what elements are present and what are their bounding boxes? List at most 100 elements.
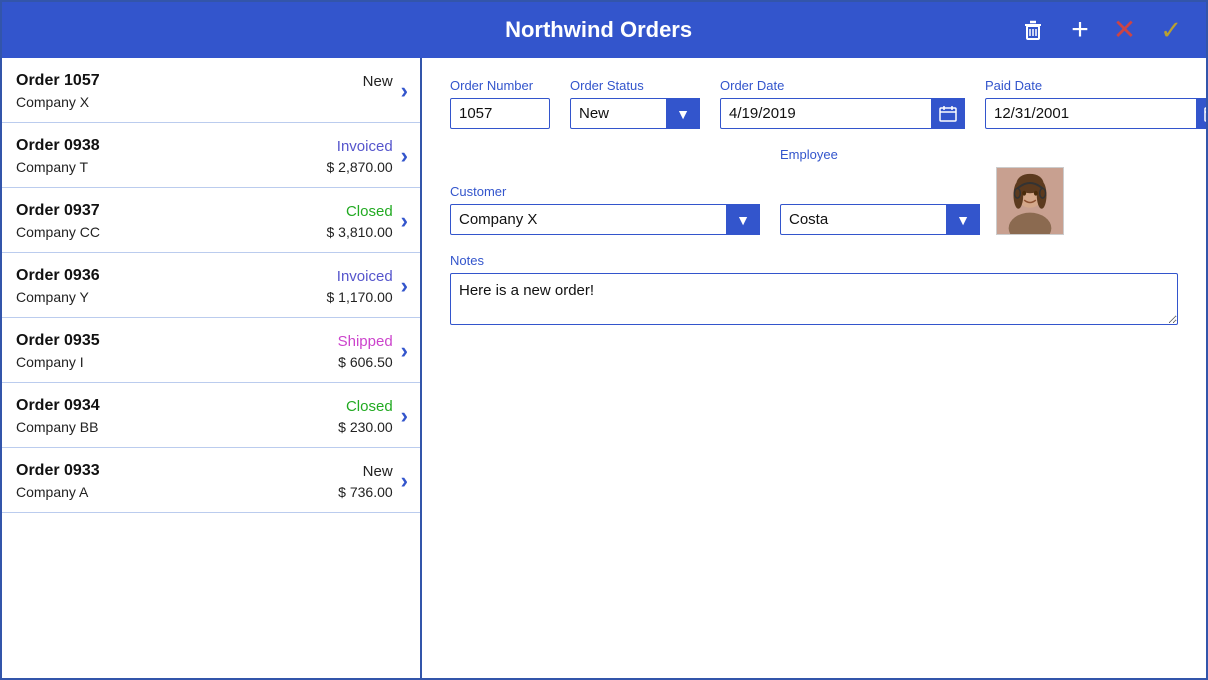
- order-company: Company I: [16, 354, 84, 370]
- order-item-row1: Order 0938 Invoiced: [16, 137, 393, 155]
- employee-label: Employee: [780, 147, 1064, 162]
- paid-date-input[interactable]: [985, 98, 1206, 129]
- order-chevron-icon: ›: [401, 468, 408, 494]
- order-number: Order 0937: [16, 202, 100, 220]
- order-company: Company BB: [16, 419, 98, 435]
- paid-date-group: Paid Date: [985, 78, 1206, 129]
- order-status-group: Order Status New Invoiced Shipped Closed…: [570, 78, 700, 129]
- order-status: Invoiced: [337, 268, 393, 285]
- order-status: Closed: [346, 203, 393, 220]
- order-chevron-icon: ›: [401, 403, 408, 429]
- order-list-item[interactable]: Order 0937 Closed Company CC $ 3,810.00 …: [2, 188, 420, 253]
- body: Order 1057 New Company X › Order 0938 In…: [2, 58, 1206, 678]
- order-status: New: [363, 463, 393, 480]
- order-item-content: Order 0938 Invoiced Company T $ 2,870.00: [16, 137, 393, 175]
- order-amount: $ 736.00: [338, 484, 393, 500]
- paid-date-label: Paid Date: [985, 78, 1206, 93]
- order-amount: $ 3,810.00: [327, 224, 393, 240]
- order-status-select-wrap: New Invoiced Shipped Closed ▼: [570, 98, 700, 129]
- order-list-item[interactable]: Order 0933 New Company A $ 736.00 ›: [2, 448, 420, 513]
- order-item-row1: Order 0934 Closed: [16, 397, 393, 415]
- order-number-label: Order Number: [450, 78, 550, 93]
- order-list-item[interactable]: Order 1057 New Company X ›: [2, 58, 420, 123]
- order-item-content: Order 0934 Closed Company BB $ 230.00: [16, 397, 393, 435]
- notes-textarea[interactable]: Here is a new order!: [450, 273, 1178, 325]
- employee-section: Costa ▼: [780, 167, 1064, 235]
- order-number-input[interactable]: [450, 98, 550, 129]
- order-amount: $ 230.00: [338, 419, 393, 435]
- customer-group: Customer Company X Company T Company CC …: [450, 184, 760, 235]
- order-item-content: Order 0933 New Company A $ 736.00: [16, 462, 393, 500]
- order-item-content: Order 1057 New Company X: [16, 72, 393, 110]
- order-number: Order 0936: [16, 267, 100, 285]
- order-date-label: Order Date: [720, 78, 965, 93]
- order-item-row2: Company I $ 606.50: [16, 354, 393, 370]
- cancel-button[interactable]: ✕: [1109, 14, 1140, 46]
- order-chevron-icon: ›: [401, 143, 408, 169]
- order-status-select[interactable]: New Invoiced Shipped Closed: [570, 98, 700, 129]
- order-number: Order 0933: [16, 462, 100, 480]
- order-company: Company Y: [16, 289, 89, 305]
- order-chevron-icon: ›: [401, 273, 408, 299]
- order-status: Invoiced: [337, 138, 393, 155]
- delete-button[interactable]: [1015, 14, 1051, 46]
- order-number: Order 0938: [16, 137, 100, 155]
- order-number: Order 0934: [16, 397, 100, 415]
- order-chevron-icon: ›: [401, 208, 408, 234]
- header: Northwind Orders + ✕ ✓: [2, 2, 1206, 58]
- order-amount: $ 2,870.00: [327, 159, 393, 175]
- form-row-1: Order Number Order Status New Invoiced S…: [450, 78, 1178, 129]
- order-item-row2: Company Y $ 1,170.00: [16, 289, 393, 305]
- order-list: Order 1057 New Company X › Order 0938 In…: [2, 58, 422, 678]
- order-status: Closed: [346, 398, 393, 415]
- order-item-row1: Order 0933 New: [16, 462, 393, 480]
- order-number-group: Order Number: [450, 78, 550, 129]
- order-item-row2: Company T $ 2,870.00: [16, 159, 393, 175]
- order-status: New: [363, 73, 393, 90]
- order-item-row2: Company BB $ 230.00: [16, 419, 393, 435]
- order-company: Company X: [16, 94, 89, 110]
- detail-panel: Order Number Order Status New Invoiced S…: [422, 58, 1206, 678]
- order-amount: $ 1,170.00: [327, 289, 393, 305]
- order-list-item[interactable]: Order 0935 Shipped Company I $ 606.50 ›: [2, 318, 420, 383]
- order-item-row1: Order 0936 Invoiced: [16, 267, 393, 285]
- employee-select[interactable]: Costa: [780, 204, 980, 235]
- confirm-button[interactable]: ✓: [1156, 15, 1186, 45]
- order-amount: $ 606.50: [338, 354, 393, 370]
- order-item-row1: Order 1057 New: [16, 72, 393, 90]
- order-item-row2: Company CC $ 3,810.00: [16, 224, 393, 240]
- order-item-row2: Company X: [16, 94, 393, 110]
- order-number: Order 0935: [16, 332, 100, 350]
- order-company: Company A: [16, 484, 88, 500]
- order-list-item[interactable]: Order 0934 Closed Company BB $ 230.00 ›: [2, 383, 420, 448]
- order-date-wrap: [720, 98, 965, 129]
- employee-select-wrap: Costa ▼: [780, 204, 980, 235]
- order-list-item[interactable]: Order 0938 Invoiced Company T $ 2,870.00…: [2, 123, 420, 188]
- customer-select[interactable]: Company X Company T Company CC Company Y…: [450, 204, 760, 235]
- order-company: Company T: [16, 159, 88, 175]
- employee-avatar-svg: [997, 167, 1063, 235]
- order-date-input[interactable]: [720, 98, 965, 129]
- customer-label: Customer: [450, 184, 760, 199]
- employee-group: Employee Costa ▼: [780, 147, 1064, 235]
- order-date-group: Order Date: [720, 78, 965, 129]
- order-item-row2: Company A $ 736.00: [16, 484, 393, 500]
- employee-photo: [996, 167, 1064, 235]
- app-container: Northwind Orders + ✕ ✓: [0, 0, 1208, 680]
- order-company: Company CC: [16, 224, 100, 240]
- order-status-label: Order Status: [570, 78, 700, 93]
- notes-group: Notes Here is a new order!: [450, 253, 1178, 325]
- order-list-item[interactable]: Order 0936 Invoiced Company Y $ 1,170.00…: [2, 253, 420, 318]
- order-chevron-icon: ›: [401, 338, 408, 364]
- paid-date-wrap: [985, 98, 1206, 129]
- form-row-2: Customer Company X Company T Company CC …: [450, 147, 1178, 235]
- add-button[interactable]: +: [1067, 13, 1093, 47]
- notes-label: Notes: [450, 253, 1178, 268]
- order-chevron-icon: ›: [401, 78, 408, 104]
- order-item-content: Order 0935 Shipped Company I $ 606.50: [16, 332, 393, 370]
- order-item-row1: Order 0935 Shipped: [16, 332, 393, 350]
- order-item-content: Order 0936 Invoiced Company Y $ 1,170.00: [16, 267, 393, 305]
- order-status: Shipped: [338, 333, 393, 350]
- order-item-row1: Order 0937 Closed: [16, 202, 393, 220]
- trash-icon: [1019, 16, 1047, 44]
